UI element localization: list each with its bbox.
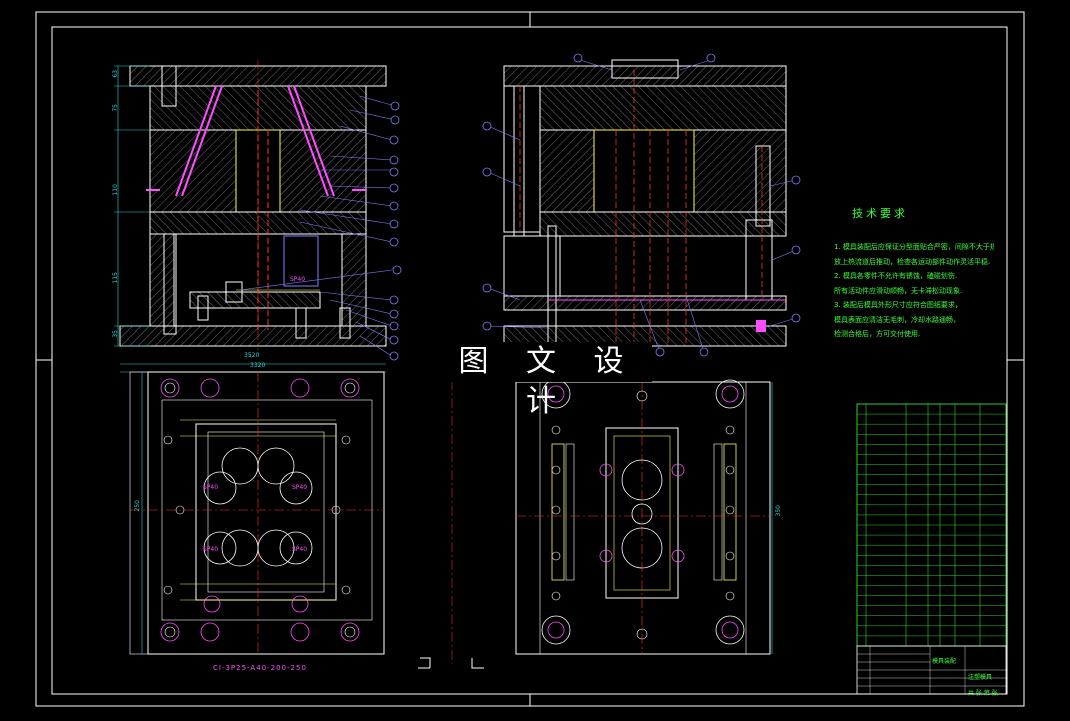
dimension-stack-5: 35 [112, 330, 119, 338]
section-view-left [114, 60, 402, 361]
title-block-material: 注塑模具 [968, 674, 993, 681]
parts-list-table [856, 403, 1007, 695]
title-block-sheet: 共 张 第 张 [968, 690, 998, 697]
insert-label: SP40 [290, 276, 306, 283]
technical-requirements-title: 技术要求 [852, 207, 908, 220]
dimension-top-width: 3520 [244, 352, 260, 359]
mold-base-code: CI-3P25-A40-200-250 [213, 664, 307, 672]
note-line: 3. 装配后模具外形尺寸应符合图纸要求， [834, 301, 962, 309]
cavity-label: SP40 [292, 546, 308, 553]
section-view-right [482, 53, 801, 357]
note-line: 所有活动件应滑动顺畅，无卡滞松动现象. [834, 286, 963, 295]
note-line: 模具表面应清洁无毛刺，冷却水路通畅， [834, 315, 960, 324]
note-line: 检测合格后，方可交付使用. [834, 330, 921, 338]
title-block-drawing-name: 模具装配 [932, 658, 957, 665]
note-line: 2. 模具各零件不允许有锈蚀，磕碰划伤. [834, 272, 958, 280]
dimension-stack-2: 75 [112, 104, 119, 112]
plan-view-right [418, 379, 773, 669]
dimension-stack-1: 63 [112, 70, 119, 78]
dimension-inner-width: 3320 [250, 362, 266, 369]
note-line: 1. 模具装配后应保证分型面贴合严密，间隙不大于规定值. [834, 243, 994, 251]
note-line: 放上热流道后推动，检查各运动部件动作灵活平稳. [834, 257, 991, 266]
cavity-label: SP40 [292, 484, 308, 491]
watermark-title: 图 文 设 计 [444, 342, 652, 419]
dimension-stack-4: 115 [112, 272, 119, 284]
cavity-label: SP40 [203, 546, 219, 553]
dimension-height-right: 350 [775, 505, 782, 517]
plan-view-left [120, 363, 386, 655]
dimension-stack-3: 110 [112, 184, 119, 196]
dimension-height-left: 250 [134, 500, 141, 512]
cavity-label: SP40 [203, 484, 219, 491]
technical-requirements-notes: 1. 模具装配后应保证分型面贴合严密，间隙不大于规定值. 放上热流道后推动，检查… [834, 240, 994, 342]
